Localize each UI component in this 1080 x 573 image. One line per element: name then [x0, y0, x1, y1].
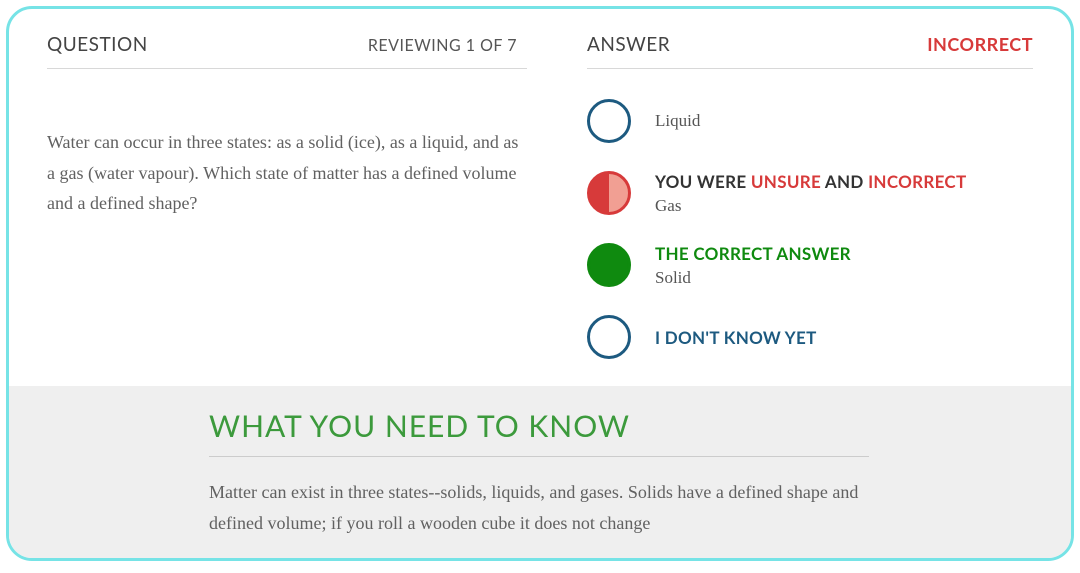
circle-filled-icon	[587, 243, 631, 287]
answer-column: ANSWER INCORRECT Liquid YOU WERE UNSURE …	[587, 33, 1033, 385]
answer-list: Liquid YOU WERE UNSURE AND INCORRECT Gas	[587, 97, 1033, 361]
circle-half-icon	[587, 171, 631, 215]
answer-text: Gas	[655, 196, 966, 216]
question-column: QUESTION REVIEWING 1 OF 7 Water can occu…	[47, 33, 527, 385]
answer-text: Solid	[655, 268, 851, 288]
answer-option[interactable]: YOU WERE UNSURE AND INCORRECT Gas	[587, 169, 1033, 217]
circle-icon	[587, 315, 631, 359]
answer-header-label: ANSWER	[587, 33, 670, 56]
circle-icon	[587, 99, 631, 143]
review-progress-label: REVIEWING 1 OF 7	[368, 36, 517, 55]
answer-option[interactable]: THE CORRECT ANSWER Solid	[587, 241, 1033, 289]
answer-tag: YOU WERE UNSURE AND INCORRECT	[655, 171, 966, 192]
answer-tag: THE CORRECT ANSWER	[655, 243, 851, 264]
answer-option[interactable]: Liquid	[587, 97, 1033, 145]
review-card: QUESTION REVIEWING 1 OF 7 Water can occu…	[6, 6, 1074, 561]
answer-tag: I DON'T KNOW YET	[655, 327, 817, 348]
answer-option[interactable]: I DON'T KNOW YET	[587, 313, 1033, 361]
question-text: Water can occur in three states: as a so…	[47, 127, 527, 219]
explanation-section: WHAT YOU NEED TO KNOW Matter can exist i…	[9, 386, 1071, 558]
explanation-body: Matter can exist in three states--solids…	[209, 477, 869, 538]
answer-text: Liquid	[655, 111, 700, 131]
explanation-title: WHAT YOU NEED TO KNOW	[209, 408, 869, 457]
question-header-label: QUESTION	[47, 33, 148, 56]
result-status-label: INCORRECT	[927, 33, 1033, 55]
